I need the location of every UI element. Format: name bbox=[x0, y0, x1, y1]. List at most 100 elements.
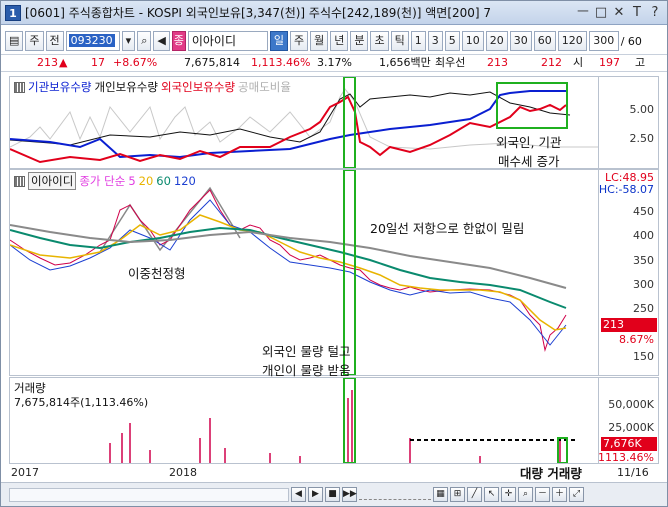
annotation-holdings-line1: 외국인, 기관 bbox=[496, 135, 562, 150]
minimize-button[interactable]: ㅡ bbox=[575, 4, 591, 21]
window-title: [0601] 주식종합차트 - KOSPI 외국인보유[3,347(천)] 주식… bbox=[25, 6, 492, 20]
annotation-double-top: 이중천정형 bbox=[128, 266, 186, 281]
tab-tick[interactable]: 틱 bbox=[390, 31, 409, 51]
rows-toggle-button[interactable]: ▤ bbox=[5, 31, 24, 51]
highlight-box-volume bbox=[343, 377, 356, 464]
tab-year[interactable]: 년 bbox=[330, 31, 349, 51]
price-ytick: 400 bbox=[633, 229, 654, 242]
tab-second[interactable]: 초 bbox=[370, 31, 389, 51]
current-pct-label: 8.67% bbox=[619, 333, 654, 346]
minute-5[interactable]: 5 bbox=[444, 31, 460, 51]
close-button[interactable]: ✕ bbox=[611, 4, 627, 21]
scroll-left-button[interactable]: ◀ bbox=[291, 487, 306, 502]
help-button[interactable]: ? bbox=[647, 4, 663, 21]
bar-count-unit: / 60 bbox=[620, 34, 642, 48]
stock-code-value: 093230 bbox=[68, 34, 115, 47]
annotation-foreign-line1: 외국인 물량 털고 bbox=[262, 344, 351, 359]
ma-5-label: 5 bbox=[128, 174, 136, 188]
crosshair-icon[interactable]: ✛ bbox=[501, 487, 516, 502]
minute-3[interactable]: 3 bbox=[427, 31, 443, 51]
ma-label: 종가 단순 bbox=[79, 174, 126, 188]
hc-label: HC:-58.07 bbox=[598, 183, 654, 196]
ma-20-label: 20 bbox=[138, 174, 154, 188]
annotation-volume: 대량 거래량 bbox=[520, 466, 582, 481]
holdings-ytick: 2.50 bbox=[629, 132, 655, 145]
current-volume-tag: 7,676K bbox=[601, 437, 657, 451]
stop-button[interactable]: ■ bbox=[325, 487, 340, 502]
tag-icon[interactable]: 종 bbox=[171, 31, 186, 51]
best-bid: 212 bbox=[541, 56, 562, 69]
code-dropdown-icon[interactable]: ▾ bbox=[121, 31, 136, 51]
zoom-slider[interactable] bbox=[359, 490, 431, 500]
price-ytick: 250 bbox=[633, 302, 654, 315]
stock-tag[interactable]: 이아이디 bbox=[28, 172, 77, 190]
tab-day[interactable]: 일 bbox=[269, 31, 288, 51]
minute-20[interactable]: 20 bbox=[485, 31, 508, 51]
volume-value: 7,675,814주(1,113.46%) bbox=[14, 396, 149, 409]
stock-name-field[interactable]: 이아이디 bbox=[187, 31, 268, 51]
volume: 7,675,814 bbox=[184, 56, 240, 69]
volume-axis: 50,000K 25,000K 7,676K 1113.46% bbox=[598, 377, 659, 464]
chart-icon[interactable]: ▦ bbox=[433, 487, 448, 502]
price-axis: LC:48.95 HC:-58.07 450 400 350 300 250 2… bbox=[599, 169, 659, 376]
volume-ytick: 50,000K bbox=[608, 398, 654, 411]
legend-foreign[interactable]: 외국인보유수량 bbox=[161, 79, 235, 95]
minute-120[interactable]: 120 bbox=[557, 31, 587, 51]
minute-1[interactable]: 1 bbox=[410, 31, 426, 51]
title-bar: 1 [0601] 주식종합차트 - KOSPI 외국인보유[3,347(천)] … bbox=[1, 1, 667, 25]
best-ask-label: 최우선 bbox=[435, 56, 466, 69]
zoom-in-button[interactable]: ＋ bbox=[552, 487, 567, 502]
minute-60[interactable]: 60 bbox=[533, 31, 556, 51]
price-legend: 이아이디 종가 단순 5 20 60 120 bbox=[14, 172, 196, 190]
legend-individual[interactable]: 개인보유수량 bbox=[94, 79, 157, 95]
ma-120-label: 120 bbox=[173, 174, 196, 188]
scroll-right-button[interactable]: ▶ bbox=[308, 487, 323, 502]
fast-forward-button[interactable]: ▶▶ bbox=[342, 487, 357, 502]
search-icon[interactable]: ⌕ bbox=[137, 31, 152, 51]
toolbar: ▤ 주 전 093230 ▾ ⌕ ◀ 종 이아이디 일 주 월 년 분 초 틱 … bbox=[1, 29, 667, 53]
volume-panel[interactable]: 거래량 7,675,814주(1,113.46%) 대량 거래량 bbox=[9, 377, 599, 481]
line-icon[interactable]: ╱ bbox=[467, 487, 482, 502]
minute-30[interactable]: 30 bbox=[509, 31, 532, 51]
minute-10[interactable]: 10 bbox=[461, 31, 484, 51]
speaker-icon[interactable]: ◀ bbox=[153, 31, 170, 51]
maximize-button[interactable]: □ bbox=[593, 4, 609, 21]
tab-week[interactable]: 주 bbox=[289, 31, 309, 51]
price-path bbox=[9, 189, 567, 352]
volume-bars bbox=[109, 390, 561, 463]
magnify-icon[interactable]: ⌕ bbox=[518, 487, 533, 502]
x-label-date: 11/16 bbox=[617, 466, 649, 479]
holdings-panel[interactable]: 기관보유수량 개인보유수량 외국인보유수량 공매도비율 외국인, 기관 매수세 … bbox=[9, 76, 599, 169]
open-label: 시 bbox=[573, 56, 584, 69]
price-ytick: 450 bbox=[633, 205, 654, 218]
expand-icon[interactable]: ⤢ bbox=[569, 487, 584, 502]
price-ytick: 150 bbox=[633, 350, 654, 363]
bar-count-value: 300 bbox=[593, 34, 615, 47]
legend-toggle-icon[interactable] bbox=[14, 81, 25, 93]
bottom-toolbar: ◀ ▶ ■ ▶▶ ▦ ⊞ ╱ ↖ ✛ ⌕ － ＋ ⤢ bbox=[1, 482, 667, 506]
ruler-icon[interactable]: ⊞ bbox=[450, 487, 465, 502]
tab-minute[interactable]: 분 bbox=[350, 31, 369, 51]
legend-institutional[interactable]: 기관보유수량 bbox=[28, 79, 91, 95]
app-icon: 1 bbox=[5, 4, 21, 21]
price-change: 17 bbox=[91, 56, 105, 69]
period-select[interactable]: 주 bbox=[25, 31, 44, 51]
pointer-icon[interactable]: ↖ bbox=[484, 487, 499, 502]
holdings-ytick: 5.00 bbox=[629, 103, 655, 116]
compare-select[interactable]: 전 bbox=[45, 31, 64, 51]
legend-short-sale[interactable]: 공매도비율 bbox=[238, 79, 291, 95]
zoom-out-button[interactable]: － bbox=[535, 487, 550, 502]
price-panel[interactable]: 이아이디 종가 단순 5 20 60 120 20일선 저항으로 한없이 밀림 … bbox=[9, 169, 599, 378]
chart-scrollbar[interactable] bbox=[9, 487, 289, 502]
quote-bar: 213 ▲ 17 +8.67% 7,675,814 1,113.46% 3.17… bbox=[1, 54, 667, 72]
x-label-2017: 2017 bbox=[11, 466, 39, 479]
current-volume-pct: 1113.46% bbox=[598, 451, 654, 464]
holdings-axis: 5.00 2.50 bbox=[599, 76, 659, 169]
tab-month[interactable]: 월 bbox=[310, 31, 329, 51]
font-button[interactable]: T bbox=[629, 4, 645, 21]
bar-count-input[interactable]: 300 bbox=[588, 31, 619, 51]
volume-chart bbox=[109, 377, 575, 464]
price-legend-toggle-icon[interactable] bbox=[14, 175, 25, 187]
stock-code-input[interactable]: 093230 bbox=[65, 31, 120, 51]
open-price: 197 bbox=[599, 56, 620, 69]
